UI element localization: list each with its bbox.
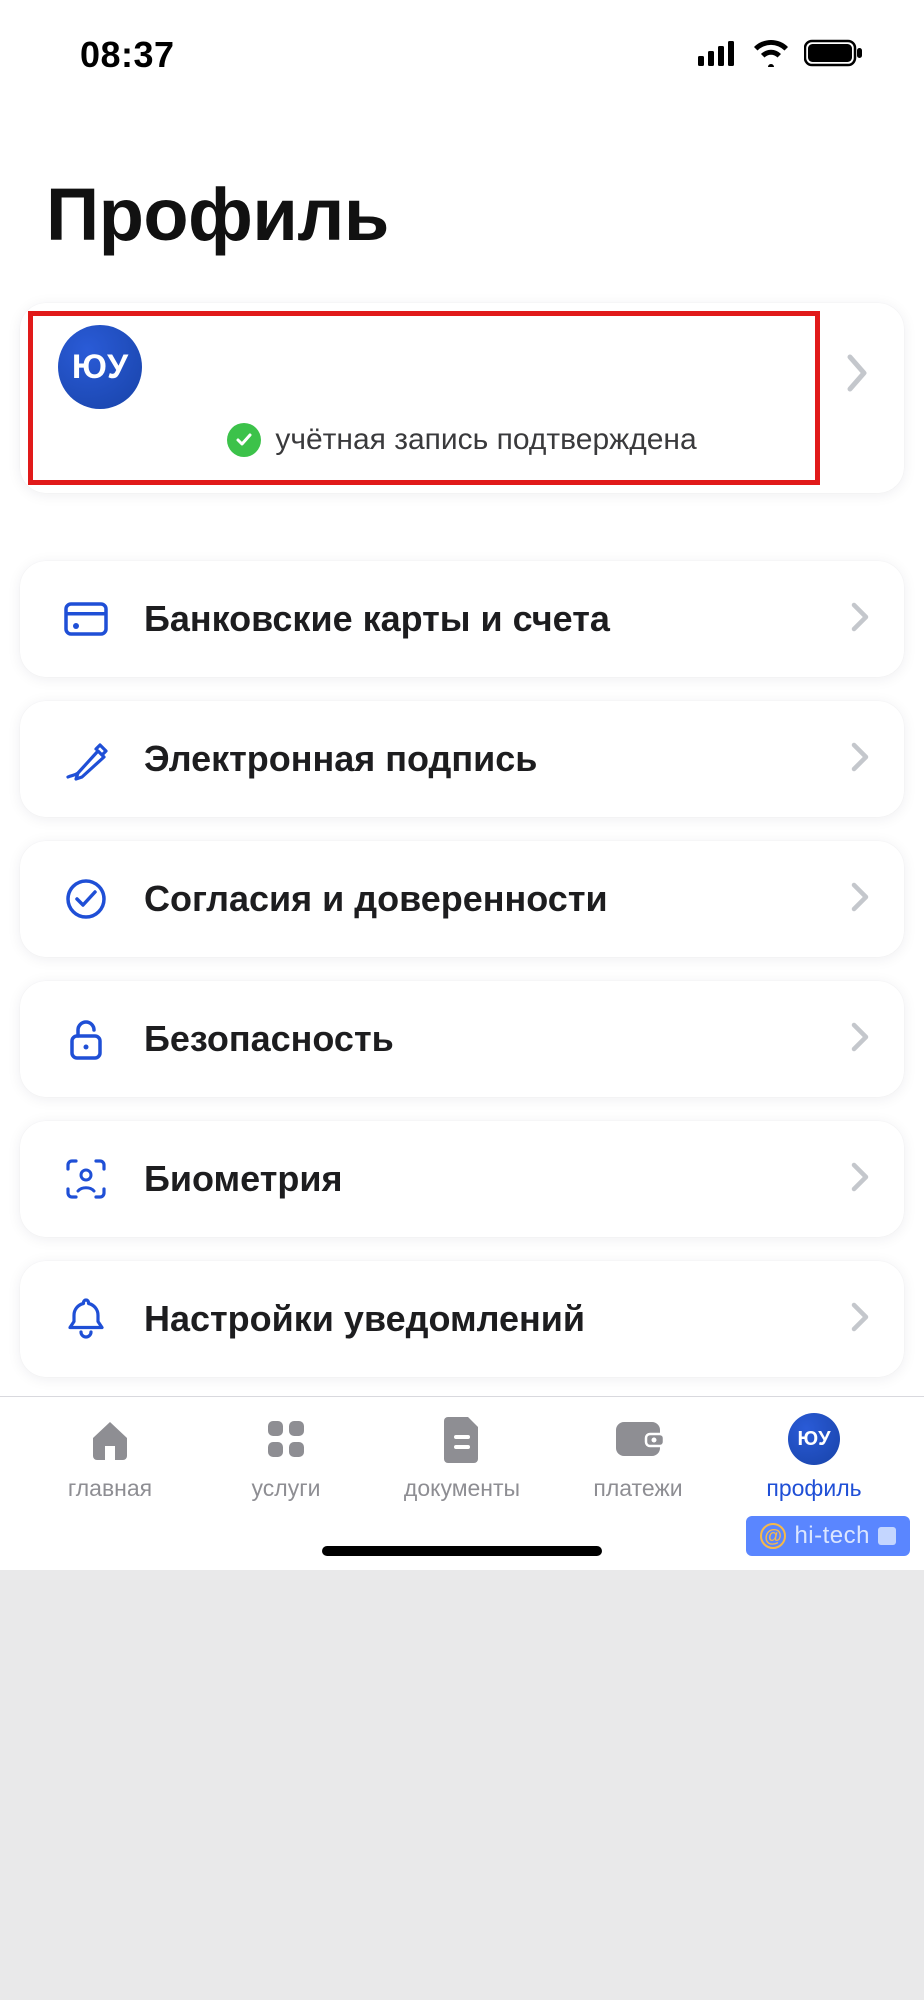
page-title: Профиль (46, 172, 904, 257)
menu-item-bank-cards[interactable]: Банковские карты и счета (20, 561, 904, 677)
wallet-icon (610, 1411, 666, 1467)
status-time: 08:37 (80, 34, 175, 76)
highlight-annotation (28, 311, 820, 485)
card-icon (62, 595, 110, 643)
profile-avatar-icon: ЮУ (786, 1411, 842, 1467)
menu-label: Настройки уведомлений (144, 1298, 816, 1340)
consent-icon (62, 875, 110, 923)
lock-icon (62, 1015, 110, 1063)
status-icons (698, 39, 864, 72)
menu-item-consents[interactable]: Согласия и доверенности (20, 841, 904, 957)
menu-item-biometrics[interactable]: Биометрия (20, 1121, 904, 1237)
face-id-icon (62, 1155, 110, 1203)
menu-label: Безопасность (144, 1018, 816, 1060)
home-icon (82, 1411, 138, 1467)
home-indicator (322, 1546, 602, 1556)
cellular-icon (698, 40, 738, 71)
menu-label: Банковские карты и счета (144, 598, 816, 640)
services-icon (258, 1411, 314, 1467)
menu-label: Согласия и доверенности (144, 878, 816, 920)
status-bar: 08:37 (0, 0, 924, 110)
menu-item-e-signature[interactable]: Электронная подпись (20, 701, 904, 817)
battery-icon (804, 39, 864, 72)
chevron-right-icon (850, 881, 870, 918)
menu-label: Биометрия (144, 1158, 816, 1200)
documents-icon (434, 1411, 490, 1467)
pen-icon (62, 735, 110, 783)
menu-item-notifications[interactable]: Настройки уведомлений (20, 1261, 904, 1377)
chevron-right-icon (850, 601, 870, 638)
chevron-right-icon (850, 741, 870, 778)
chevron-right-icon (844, 353, 870, 398)
watermark-logo-icon (878, 1527, 896, 1545)
tab-label: услуги (252, 1475, 321, 1502)
bell-icon (62, 1295, 110, 1343)
chevron-right-icon (850, 1301, 870, 1338)
menu-item-security[interactable]: Безопасность (20, 981, 904, 1097)
chevron-right-icon (850, 1161, 870, 1198)
wifi-icon (752, 39, 790, 72)
profile-card[interactable]: ЮУ учётная запись подтверждена (20, 303, 904, 493)
tab-label: профиль (766, 1475, 861, 1502)
tab-label: платежи (593, 1475, 682, 1502)
chevron-right-icon (850, 1021, 870, 1058)
at-icon: @ (760, 1523, 786, 1549)
tab-home[interactable]: главная (22, 1411, 198, 1570)
tab-label: документы (404, 1475, 520, 1502)
cropped-background (0, 1570, 924, 2000)
watermark: @ hi-tech (746, 1516, 910, 1556)
tab-label: главная (68, 1475, 152, 1502)
watermark-text: hi-tech (794, 1522, 870, 1550)
menu-label: Электронная подпись (144, 738, 816, 780)
